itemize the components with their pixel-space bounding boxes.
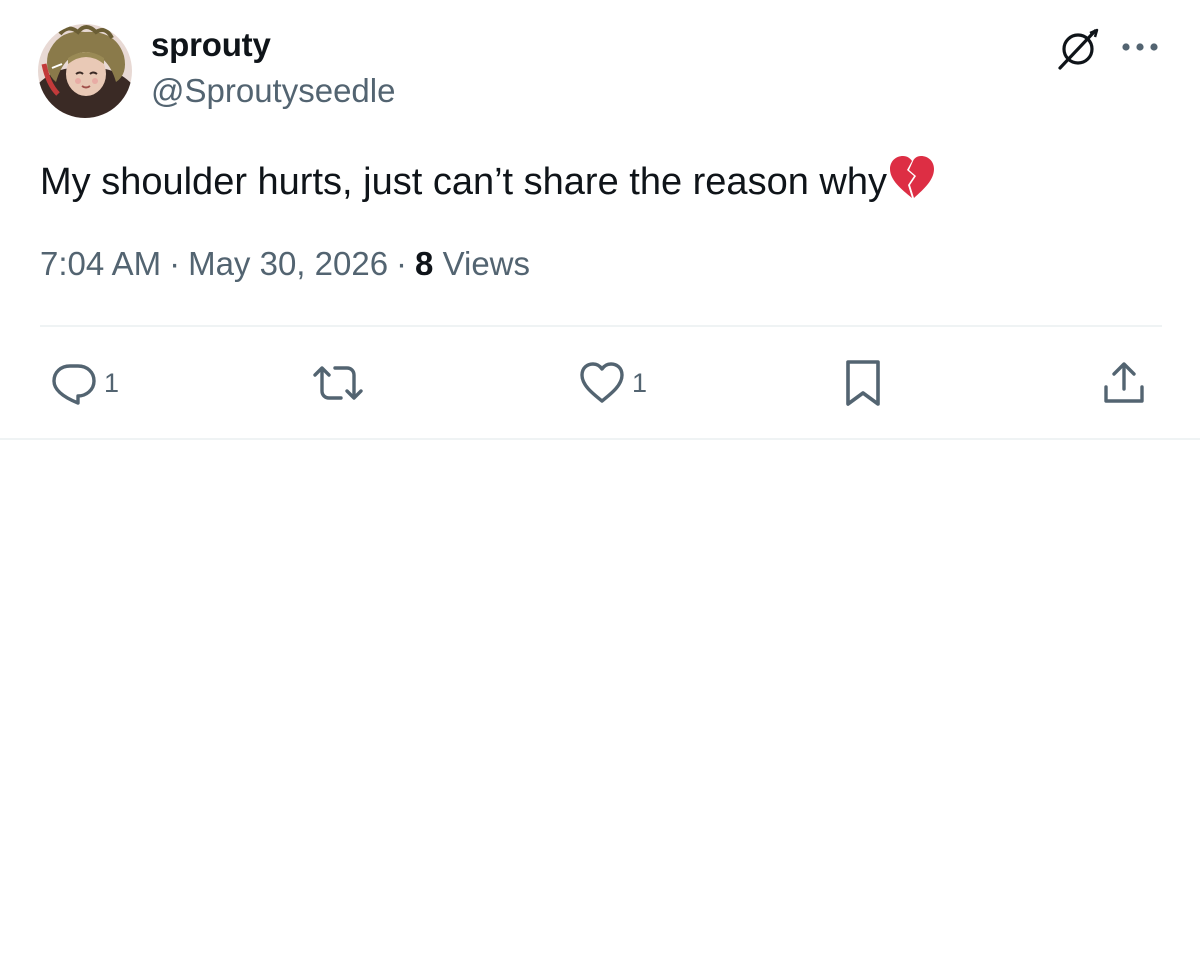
meta-separator: · <box>169 245 181 282</box>
tweet-text-body: My shoulder hurts, just can’t share the … <box>40 161 887 203</box>
author-handle[interactable]: @Sproutyseedle <box>151 72 395 110</box>
meta-separator: · <box>396 245 408 282</box>
share-icon <box>1104 362 1144 403</box>
views-count[interactable]: 8 <box>415 245 433 282</box>
avatar-illustration <box>38 24 132 118</box>
tweet-time[interactable]: 7:04 AM <box>40 245 161 282</box>
tweet-text: My shoulder hurts, just can’t share the … <box>40 154 937 205</box>
grok-icon[interactable] <box>1054 24 1102 72</box>
broken-heart-icon <box>889 156 934 198</box>
share-button[interactable] <box>1100 356 1148 410</box>
retweet-button[interactable] <box>311 356 365 410</box>
like-count: 1 <box>632 367 648 398</box>
like-button[interactable]: 1 <box>578 356 647 410</box>
divider <box>40 325 1162 327</box>
avatar[interactable] <box>38 24 132 118</box>
views-label[interactable]: Views <box>443 245 530 282</box>
author-display-name[interactable]: sprouty <box>151 26 271 64</box>
reply-button[interactable]: 1 <box>50 356 119 410</box>
bookmark-icon <box>846 360 880 406</box>
reply-icon <box>52 364 96 405</box>
tweet-meta: 7:04 AM · May 30, 2026 · 8 Views <box>40 245 530 283</box>
more-options-icon[interactable] <box>1118 30 1162 64</box>
tweet-detail: sprouty @Sproutyseedle My shoulder hurts… <box>0 0 1200 440</box>
like-icon <box>580 362 624 403</box>
retweet-icon <box>313 366 363 400</box>
bookmark-button[interactable] <box>840 356 886 410</box>
reply-count: 1 <box>104 367 120 398</box>
tweet-date[interactable]: May 30, 2026 <box>188 245 388 282</box>
